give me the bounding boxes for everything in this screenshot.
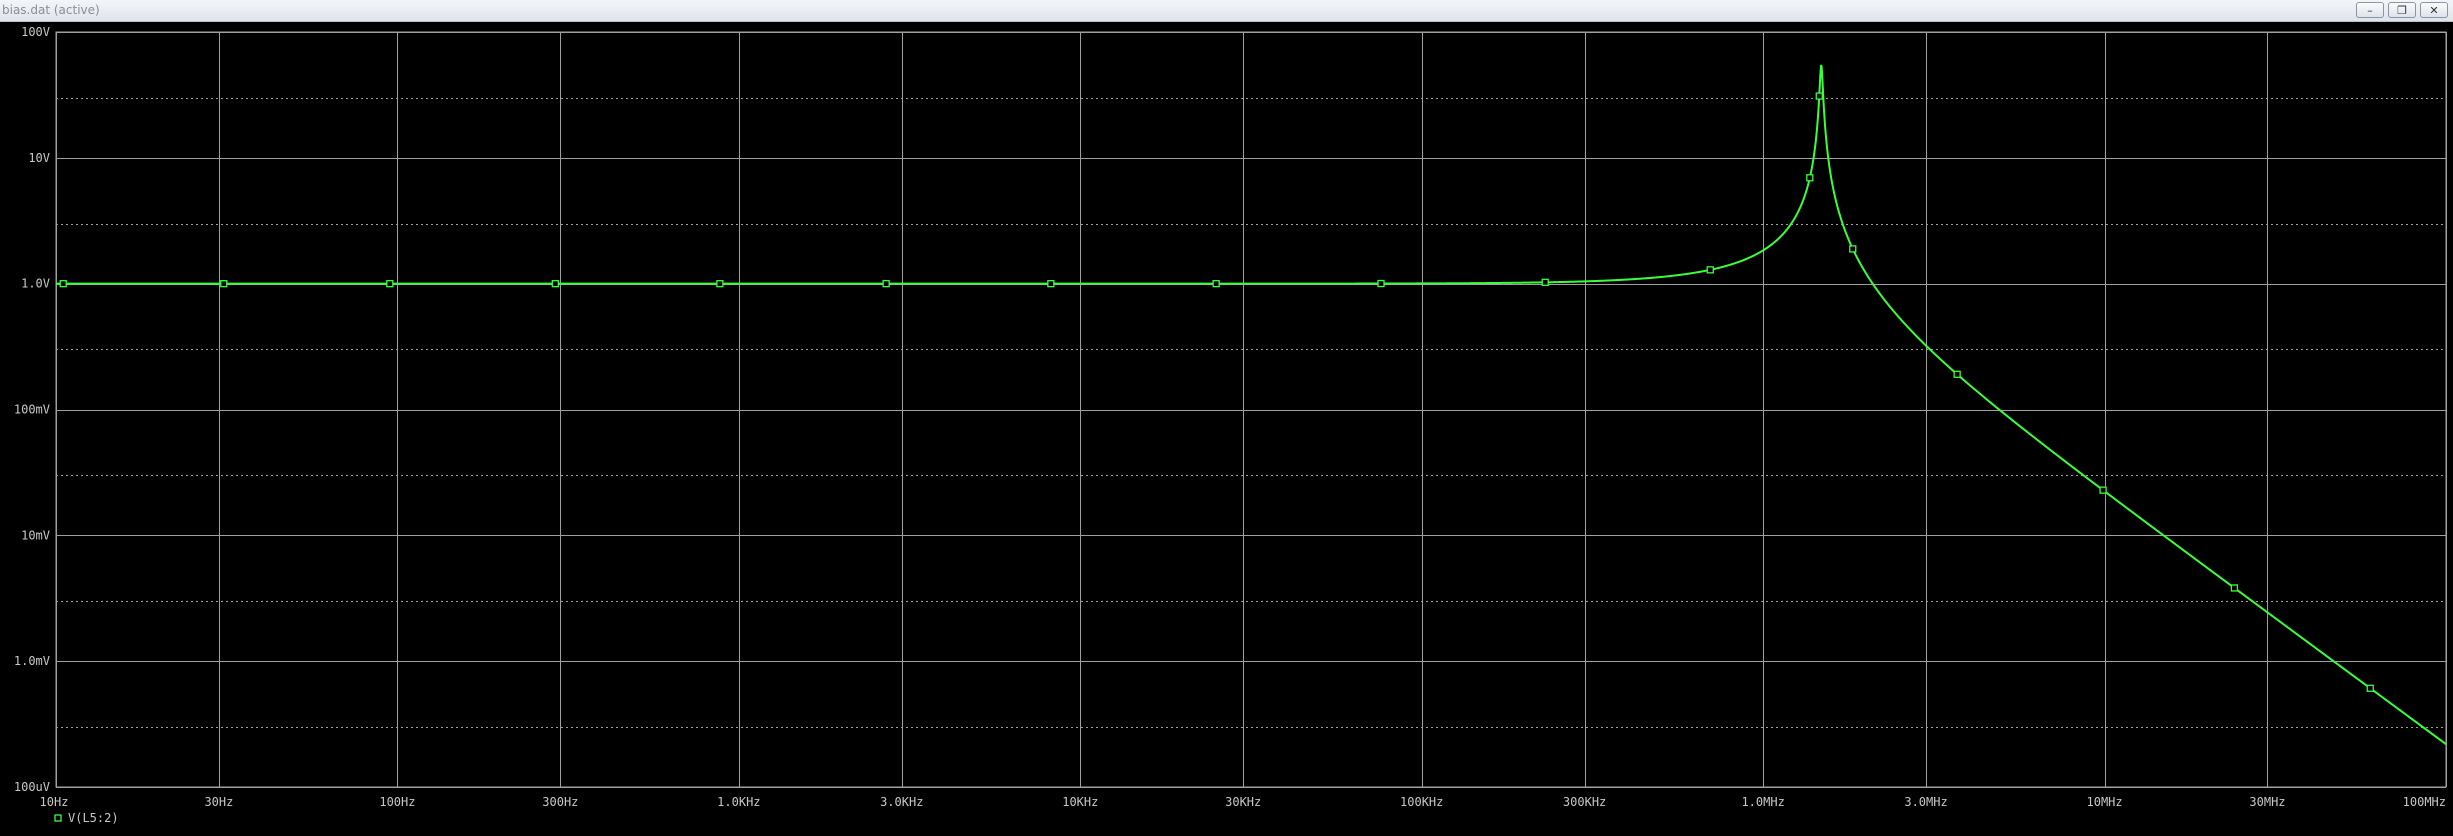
trace-line [55, 64, 2447, 745]
minimize-icon: – [2367, 3, 2373, 17]
legend-marker [54, 814, 62, 822]
x-tick-label: 10MHz [2087, 795, 2123, 809]
x-tick-label: 3.0KHz [880, 795, 923, 809]
trace-marker [59, 280, 67, 288]
y-tick-label: 100V [21, 25, 50, 39]
x-tick-label: 30Hz [204, 795, 233, 809]
x-tick-label: 10Hz [40, 795, 69, 809]
y-tick-label: 10mV [21, 528, 50, 542]
legend-label[interactable]: V(L5:2) [68, 811, 119, 825]
x-tick-label: 30MHz [2249, 795, 2285, 809]
x-tick-label: 100KHz [1400, 795, 1443, 809]
x-tick-label: 3.0MHz [1904, 795, 1947, 809]
trace-marker [2099, 486, 2107, 494]
x-tick-label: 100Hz [379, 795, 415, 809]
minimize-button[interactable]: – [2356, 2, 2384, 18]
probe-plot[interactable]: 100V10V1.0V100mV10mV1.0mV100uV 10Hz 30Hz 1… [0, 22, 2453, 836]
y-tick-label: 1.0mV [14, 654, 50, 668]
x-tick-label: 1.0KHz [717, 795, 760, 809]
plot-border [55, 31, 2447, 788]
trace-marker [1953, 370, 1961, 378]
trace-marker [1849, 245, 1857, 253]
grid [55, 31, 2447, 788]
close-icon: ✕ [2429, 3, 2439, 17]
close-button[interactable]: ✕ [2420, 2, 2448, 18]
trace-marker [882, 280, 890, 288]
trace-marker [1541, 278, 1549, 286]
trace-marker [716, 280, 724, 288]
trace-marker [1806, 174, 1814, 182]
restore-icon: ❐ [2397, 3, 2407, 17]
trace-marker [1815, 92, 1823, 100]
x-axis-labels: 10Hz 30Hz 100Hz 300Hz 1.0KHz 3.0KHz 10KHz 30KHz… [40, 795, 2446, 809]
x-tick-label: 10KHz [1062, 795, 1098, 809]
x-tick-label: 300Hz [542, 795, 578, 809]
trace-marker [1706, 266, 1714, 274]
y-tick-label: 100uV [14, 780, 50, 794]
trace-marker [386, 280, 394, 288]
title-bar: bias.dat (active) – ❐ ✕ [0, 0, 2453, 22]
y-axis-labels: 100V 10V 1.0V 100mV 10mV 1.0mV 100uV [14, 25, 50, 794]
y-tick-label: 100mV [14, 403, 50, 417]
trace-marker [2230, 584, 2239, 592]
legend[interactable]: V(L5:2) [54, 811, 119, 825]
trace-marker [220, 280, 228, 288]
window-title: bias.dat (active) [2, 3, 100, 17]
trace-marker [1377, 279, 1385, 288]
trace-marker [2366, 684, 2374, 692]
trace-marker [1047, 280, 1055, 288]
restore-button[interactable]: ❐ [2388, 2, 2416, 18]
x-tick-label: 30KHz [1225, 795, 1261, 809]
trace-marker [1212, 279, 1220, 288]
trace-layer [55, 64, 2447, 745]
trace-marker [551, 280, 559, 288]
x-tick-label: 300KHz [1563, 795, 1606, 809]
y-tick-label: 10V [28, 151, 50, 165]
x-tick-label: 1.0MHz [1741, 795, 1784, 809]
x-tick-label: 100MHz [2403, 795, 2446, 809]
y-tick-label: 1.0V [21, 277, 50, 291]
